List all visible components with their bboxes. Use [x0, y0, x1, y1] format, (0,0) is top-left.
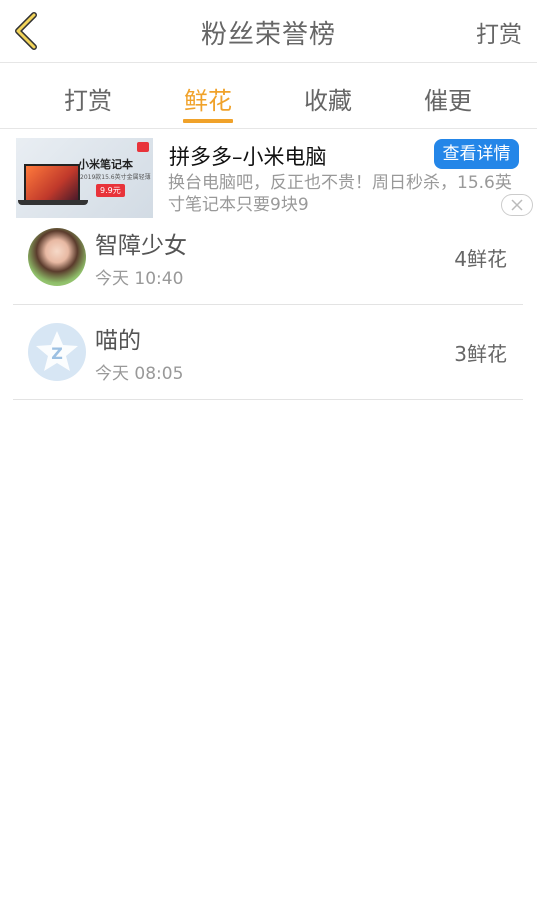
active-tab-indicator	[183, 119, 233, 123]
ad-banner[interactable]: 小米笔记本 2019款15.6英寸金属轻薄 9.9元 拼多多–小米电脑 查看详情…	[0, 130, 537, 220]
tab-flowers[interactable]: 鲜花	[168, 81, 248, 116]
tab-bar: 打赏 鲜花 收藏 催更	[0, 63, 537, 129]
fan-time: 今天 10:40	[95, 269, 184, 289]
default-avatar-icon: Z	[36, 331, 78, 371]
page-title: 粉丝荣誉榜	[200, 20, 336, 50]
tab-collect[interactable]: 收藏	[288, 81, 368, 116]
fan-time: 今天 08:05	[95, 364, 184, 384]
ad-title[interactable]: 拼多多–小米电脑	[169, 141, 327, 171]
ad-image[interactable]: 小米笔记本 2019款15.6英寸金属轻薄 9.9元	[16, 138, 153, 218]
laptop-base	[18, 200, 88, 205]
reward-button[interactable]: 打赏	[476, 15, 522, 49]
fan-name: 智障少女	[95, 233, 187, 259]
flower-count: 4鲜花	[454, 247, 507, 271]
fan-name: 喵的	[95, 328, 141, 354]
ad-brand-logo	[137, 142, 149, 152]
avatar[interactable]	[28, 228, 86, 286]
ad-image-subtitle: 2019款15.6英寸金属轻薄	[80, 174, 151, 181]
ad-image-price: 9.9元	[96, 184, 125, 197]
tab-urge[interactable]: 催更	[408, 81, 488, 116]
list-item[interactable]: 智障少女 今天 10:40 4鲜花	[13, 210, 523, 305]
view-details-button[interactable]: 查看详情	[434, 139, 519, 169]
tab-reward[interactable]: 打赏	[48, 81, 128, 116]
avatar[interactable]: Z	[28, 323, 86, 381]
laptop-image	[24, 164, 80, 202]
flower-count: 3鲜花	[454, 342, 507, 366]
list-item[interactable]: Z 喵的 今天 08:05 3鲜花	[13, 305, 523, 400]
svg-text:Z: Z	[51, 344, 63, 363]
fan-list: 智障少女 今天 10:40 4鲜花 Z 喵的 今天 08:05 3鲜花	[13, 210, 523, 400]
ad-image-title: 小米笔记本	[78, 158, 133, 171]
header-bar: 粉丝荣誉榜 打赏	[0, 0, 537, 63]
